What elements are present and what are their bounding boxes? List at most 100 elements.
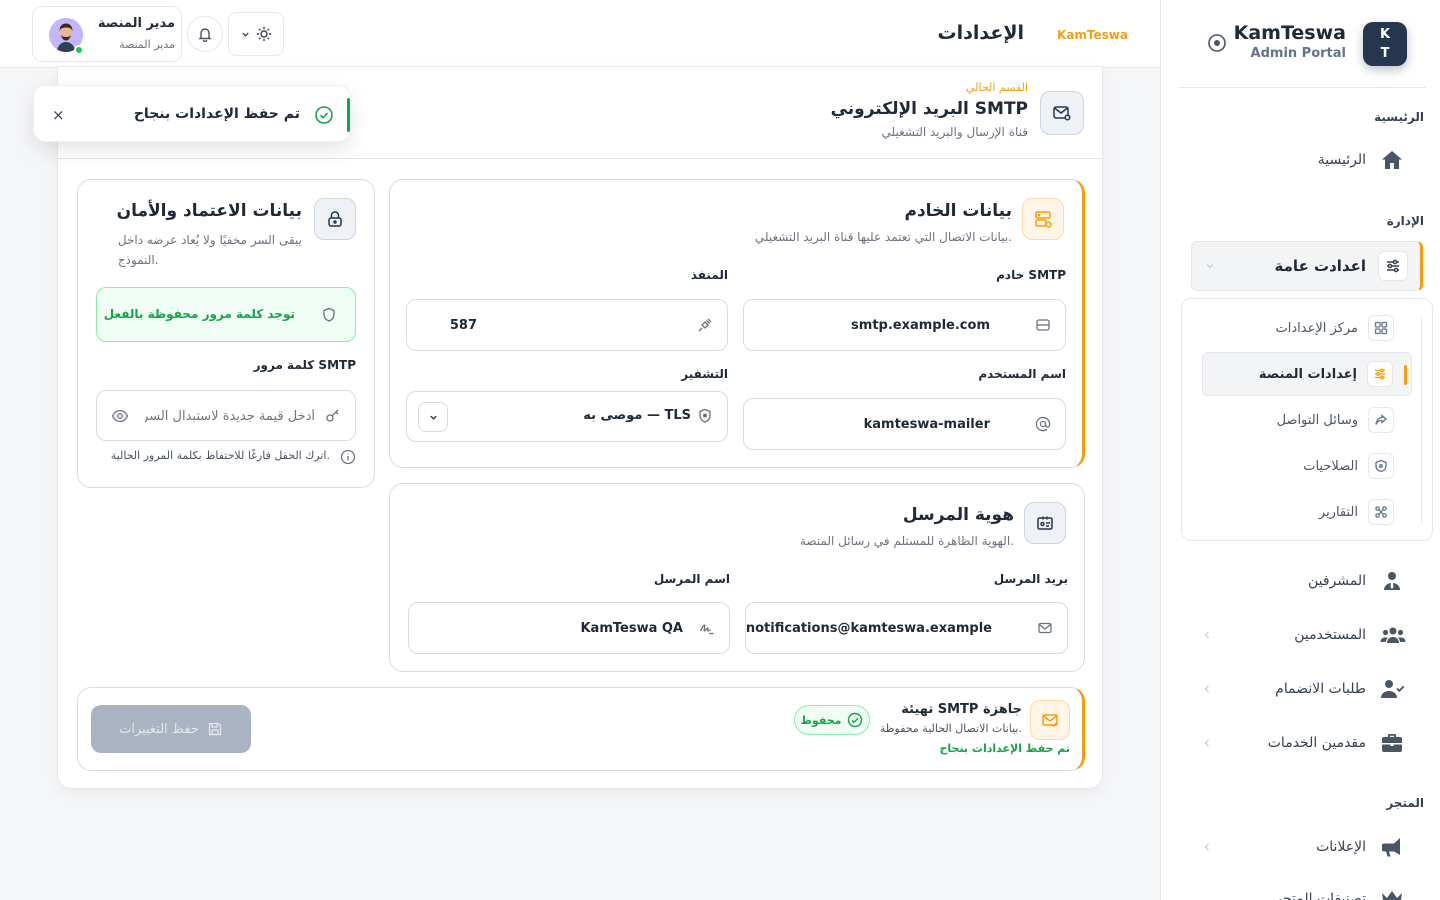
sidebar-item-store-categories[interactable]: تصنيفات المتجر [1201,884,1404,900]
brand-name: KamTeswa [1233,22,1346,44]
sidebar-item-home-label: الرئيسية [1317,152,1366,168]
submenu-item-social[interactable]: وسائل التواصل [1202,398,1412,442]
brand-logo-letter-t: T [1380,46,1390,61]
smtp-password-input[interactable] [145,404,315,428]
theme-toggle-button[interactable] [228,12,284,56]
status-badge: محفوظ [794,705,870,735]
encryption-label: التشفير [681,367,728,381]
lock-icon [314,198,356,240]
sidebar-item-label: مقدمين الخدمات [1267,735,1366,751]
server-card-subtitle: بيانات الاتصال التي تعتمد عليها قناة الب… [754,230,1012,244]
sidebar-item-label: المستخدمين [1294,627,1366,643]
submenu-item-label: التقارير [1318,504,1358,520]
username-value: kamteswa-mailer [863,417,990,432]
bell-icon [197,26,213,42]
signature-icon [699,620,715,636]
toast-close-button[interactable]: × [52,106,65,124]
check-circle-icon [314,105,334,125]
sidebar-item-home[interactable]: الرئيسية [1201,145,1404,175]
page-title: الإعدادات [937,22,1024,44]
submenu-item-reports[interactable]: التقارير [1202,490,1412,534]
section-subtitle: قناة الإرسال والبريد التشغيلي [881,125,1028,139]
credentials-card: بيانات الاعتماد والأمان يبقى السر مخفيًا… [77,179,375,488]
brand-subtitle: Admin Portal [1250,46,1346,61]
eye-icon[interactable] [111,407,129,425]
sidebar-item-label: تصنيفات المتجر [1275,891,1366,900]
sender-card-subtitle: الهوية الظاهرة للمستلم في رسائل المنصة. [799,534,1014,548]
sidebar-item-users[interactable]: المستخدمين [1201,620,1406,650]
encryption-value: TLS — موصى به [583,408,691,423]
toast-message: تم حفظ الإعدادات بنجاح [133,106,300,122]
sidebar-section-home: الرئيسية [1374,110,1424,124]
status-success-text: تم حفظ الإعدادات بنجاح [939,742,1070,755]
id-card-icon [1024,502,1066,544]
submenu-item-settings-center[interactable]: مركز الإعدادات [1202,306,1412,350]
sender-name-label: اسم المرسل [653,572,730,586]
server-card-title: بيانات الخادم [904,201,1012,221]
online-status-dot [74,45,84,55]
sender-email-field[interactable]: notifications@kamteswa.example [745,602,1068,654]
save-button-label: حفظ التغييرات [119,721,199,737]
sidebar-section-admin: الإدارة [1386,214,1424,228]
nodes-icon [1368,499,1394,525]
envelope-icon [1037,620,1053,636]
user-menu[interactable]: مدير المنصة مدير المنصة [32,6,182,62]
sender-card-title: هوية المرسل [902,505,1014,525]
sidebar-item-providers[interactable]: مقدمين الخدمات [1201,728,1404,758]
badge-label: محفوظ [800,713,842,727]
section-kicker: القسم الحالي [966,81,1028,94]
sliders-icon [1378,251,1408,281]
submenu-item-platform-settings[interactable]: إعدادات المنصة [1202,352,1412,396]
sidebar-toggle-icon[interactable] [1207,33,1227,53]
sidebar-divider [1179,87,1426,88]
brand-logo[interactable]: K T [1363,22,1407,66]
username-label: اسم المستخدم [978,367,1066,381]
brand-logo-letter-k: K [1379,27,1391,42]
save-changes-button[interactable]: حفظ التغييرات [91,705,251,753]
password-hint: اترك الحقل فارغًا للاحتفاظ بكلمة المرور … [110,449,330,462]
key-icon [325,407,341,423]
sidebar-item-general-settings[interactable]: اعدادت عامة [1191,241,1423,291]
server-details-card: بيانات الخادم بيانات الاتصال التي تعتمد … [389,179,1085,468]
sidebar-item-join-requests[interactable]: طلبات الانضمام [1201,674,1405,704]
sidebar-item-general-settings-label: اعدادت عامة [1274,257,1366,275]
sun-icon [256,26,272,42]
credentials-card-title: بيانات الاعتماد والأمان [116,201,302,221]
server-rack-icon [1035,317,1051,333]
status-subtitle: بيانات الاتصال الحالية محفوظة. [879,722,1022,735]
submenu-item-label: مركز الإعدادات [1275,320,1359,336]
sidebar-item-ads[interactable]: الإعلانات [1201,832,1404,862]
crown-icon [1380,887,1404,900]
at-sign-icon [1035,416,1051,432]
smtp-port-label: المنفذ [690,268,728,282]
sender-identity-card: هوية المرسل الهوية الظاهرة للمستلم في رس… [389,483,1085,672]
supervisor-icon [1380,569,1404,593]
credentials-subtitle-line-2: النموذج. [117,253,159,267]
grid-icon [1368,315,1394,341]
username-field[interactable]: kamteswa-mailer [743,398,1066,450]
chevron-left-icon [1201,629,1213,641]
info-icon [340,449,356,465]
password-saved-notice: توجد كلمة مرور محفوظة بالفعل [96,287,356,342]
sender-email-value: notifications@kamteswa.example [745,621,992,636]
chevron-left-icon [1201,841,1213,853]
success-toast: تم حفظ الإعدادات بنجاح × [33,85,351,142]
sender-email-label: بريد المرسل [993,572,1068,586]
shield-outline-icon [321,307,337,323]
sender-name-field[interactable]: KamTeswa QA [408,602,730,654]
sidebar-item-supervisors[interactable]: المشرفين [1201,566,1404,596]
smtp-password-field[interactable] [96,390,356,441]
submenu-item-permissions[interactable]: الصلاحيات [1202,444,1412,488]
credentials-subtitle-line-1: يبقى السر مخفيًا ولا يُعاد عرضه داخل [117,233,302,247]
smtp-host-field[interactable]: smtp.example.com [743,299,1066,351]
user-name: مدير المنصة [97,16,175,31]
chevron-down-icon[interactable] [418,402,448,432]
shield-icon [697,408,713,424]
chevron-left-icon [1201,683,1213,695]
encryption-select[interactable]: TLS — موصى به [406,391,728,442]
notifications-button[interactable] [187,16,223,52]
smtp-host-value: smtp.example.com [851,318,990,333]
sidebar-item-label: طلبات الانضمام [1275,681,1366,697]
floppy-disk-icon [207,721,223,737]
smtp-port-field[interactable]: 587 [406,299,728,351]
